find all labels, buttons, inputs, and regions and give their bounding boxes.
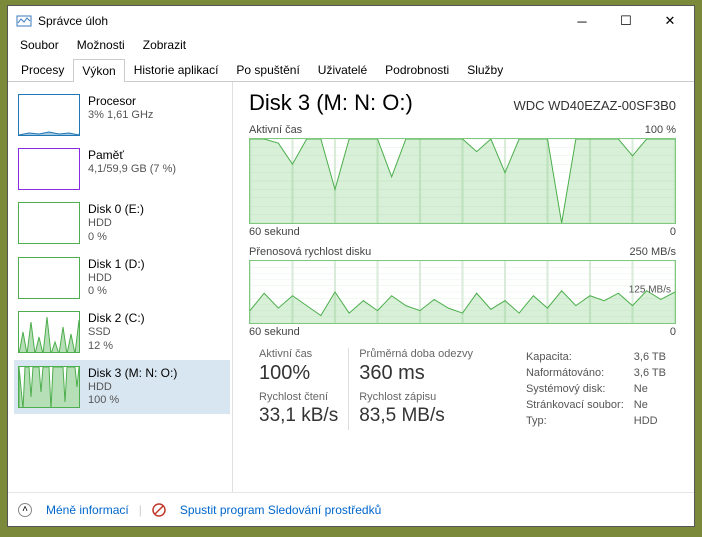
stats-row: Aktivní čas 100% Rychlost čtení 33,1 kB/… [249, 348, 676, 430]
sidebar-item-title: Procesor [88, 94, 153, 109]
write-speed-label: Rychlost zápisu [359, 391, 473, 403]
sidebar-thumb [18, 148, 80, 190]
tab-podrobnosti[interactable]: Podrobnosti [376, 58, 458, 81]
info-row: Systémový disk:Ne [526, 382, 674, 396]
sidebar-item-5[interactable]: Disk 3 (M: N: O:)HDD100 % [14, 360, 230, 415]
sidebar-item-title: Disk 2 (C:) [88, 311, 145, 326]
footer: ˄ Méně informací | Spustit program Sledo… [8, 492, 694, 526]
sidebar-thumb [18, 311, 80, 353]
menu-options[interactable]: Možnosti [69, 36, 133, 56]
sidebar-item-sub2: 12 % [88, 340, 145, 354]
chart1-foot-left: 60 sekund [249, 226, 300, 238]
tabs: ProcesyVýkonHistorie aplikacíPo spuštění… [8, 58, 694, 82]
chart2-foot-right: 0 [670, 326, 676, 338]
fewer-details-link[interactable]: Méně informací [46, 503, 129, 517]
main-panel: Disk 3 (M: N: O:) WDC WD40EZAZ-00SF3B0 A… [233, 82, 694, 492]
tab-po-spuštění[interactable]: Po spuštění [227, 58, 308, 81]
sidebar-item-sub: HDD [88, 217, 144, 231]
window-title: Správce úloh [38, 14, 560, 28]
chart2-max: 250 MB/s [630, 246, 676, 258]
sidebar-item-sub: 4,1/59,9 GB (7 %) [88, 163, 176, 177]
sidebar-item-sub: SSD [88, 326, 145, 340]
sidebar-thumb [18, 366, 80, 408]
chart1-label: Aktivní čas [249, 124, 302, 136]
sidebar-thumb [18, 257, 80, 299]
sidebar-item-1[interactable]: Paměť4,1/59,9 GB (7 %) [14, 142, 230, 196]
active-time-chart [249, 138, 676, 224]
tab-procesy[interactable]: Procesy [12, 58, 73, 81]
sidebar-item-sub: HDD [88, 272, 145, 286]
chart1-foot-right: 0 [670, 226, 676, 238]
disk-info-table: Kapacita:3,6 TB Naformátováno:3,6 TB Systé… [524, 348, 676, 430]
disk-model: WDC WD40EZAZ-00SF3B0 [513, 98, 676, 113]
close-button[interactable]: ✕ [648, 6, 692, 36]
sidebar-item-title: Paměť [88, 148, 176, 163]
info-row: Stránkovací soubor:Ne [526, 398, 674, 412]
sidebar-thumb [18, 202, 80, 244]
read-speed-label: Rychlost čtení [259, 391, 338, 403]
info-row: Typ:HDD [526, 414, 674, 428]
sidebar-item-0[interactable]: Procesor3% 1,61 GHz [14, 88, 230, 142]
chart2-mid: 125 MB/s [629, 284, 671, 295]
sidebar-item-2[interactable]: Disk 0 (E:)HDD0 % [14, 196, 230, 251]
info-row: Naformátováno:3,6 TB [526, 366, 674, 380]
open-resource-monitor-link[interactable]: Spustit program Sledování prostředků [180, 503, 381, 517]
chart2-label: Přenosová rychlost disku [249, 246, 371, 258]
tab-výkon[interactable]: Výkon [73, 59, 124, 82]
tab-historie-aplikací[interactable]: Historie aplikací [125, 58, 228, 81]
active-time-label: Aktivní čas [259, 348, 338, 360]
tab-služby[interactable]: Služby [458, 58, 512, 81]
tab-uživatelé[interactable]: Uživatelé [309, 58, 376, 81]
info-row: Kapacita:3,6 TB [526, 350, 674, 364]
write-speed-value: 83,5 MB/s [359, 405, 473, 427]
chevron-up-icon[interactable]: ˄ [18, 503, 32, 517]
sidebar-item-sub2: 0 % [88, 285, 145, 299]
avg-resp-value: 360 ms [359, 362, 473, 385]
disk-title: Disk 3 (M: N: O:) [249, 90, 413, 116]
sidebar-item-title: Disk 3 (M: N: O:) [88, 366, 177, 381]
active-time-value: 100% [259, 362, 338, 385]
read-speed-value: 33,1 kB/s [259, 405, 338, 427]
avg-resp-label: Průměrná doba odezvy [359, 348, 473, 360]
chart2-foot-left: 60 sekund [249, 326, 300, 338]
sidebar-item-title: Disk 0 (E:) [88, 202, 144, 217]
minimize-button[interactable]: ─ [560, 6, 604, 36]
chart1-max: 100 % [645, 124, 676, 136]
menu-file[interactable]: Soubor [12, 36, 67, 56]
sidebar-item-sub2: 100 % [88, 394, 177, 408]
task-manager-window: Správce úloh ─ ☐ ✕ Soubor Možnosti Zobra… [7, 5, 695, 527]
resource-monitor-icon [152, 503, 166, 517]
sidebar-item-sub: 3% 1,61 GHz [88, 109, 153, 123]
maximize-button[interactable]: ☐ [604, 6, 648, 36]
sidebar-item-3[interactable]: Disk 1 (D:)HDD0 % [14, 251, 230, 306]
titlebar: Správce úloh ─ ☐ ✕ [8, 6, 694, 36]
sidebar-item-title: Disk 1 (D:) [88, 257, 145, 272]
sidebar-item-sub2: 0 % [88, 231, 144, 245]
transfer-rate-chart: 125 MB/s [249, 260, 676, 324]
menubar: Soubor Možnosti Zobrazit [8, 36, 694, 56]
sidebar-item-4[interactable]: Disk 2 (C:)SSD12 % [14, 305, 230, 360]
sidebar[interactable]: Procesor3% 1,61 GHzPaměť4,1/59,9 GB (7 %… [8, 82, 233, 492]
sidebar-item-sub: HDD [88, 381, 177, 395]
menu-view[interactable]: Zobrazit [135, 36, 194, 56]
sidebar-thumb [18, 94, 80, 136]
app-icon [16, 13, 32, 29]
